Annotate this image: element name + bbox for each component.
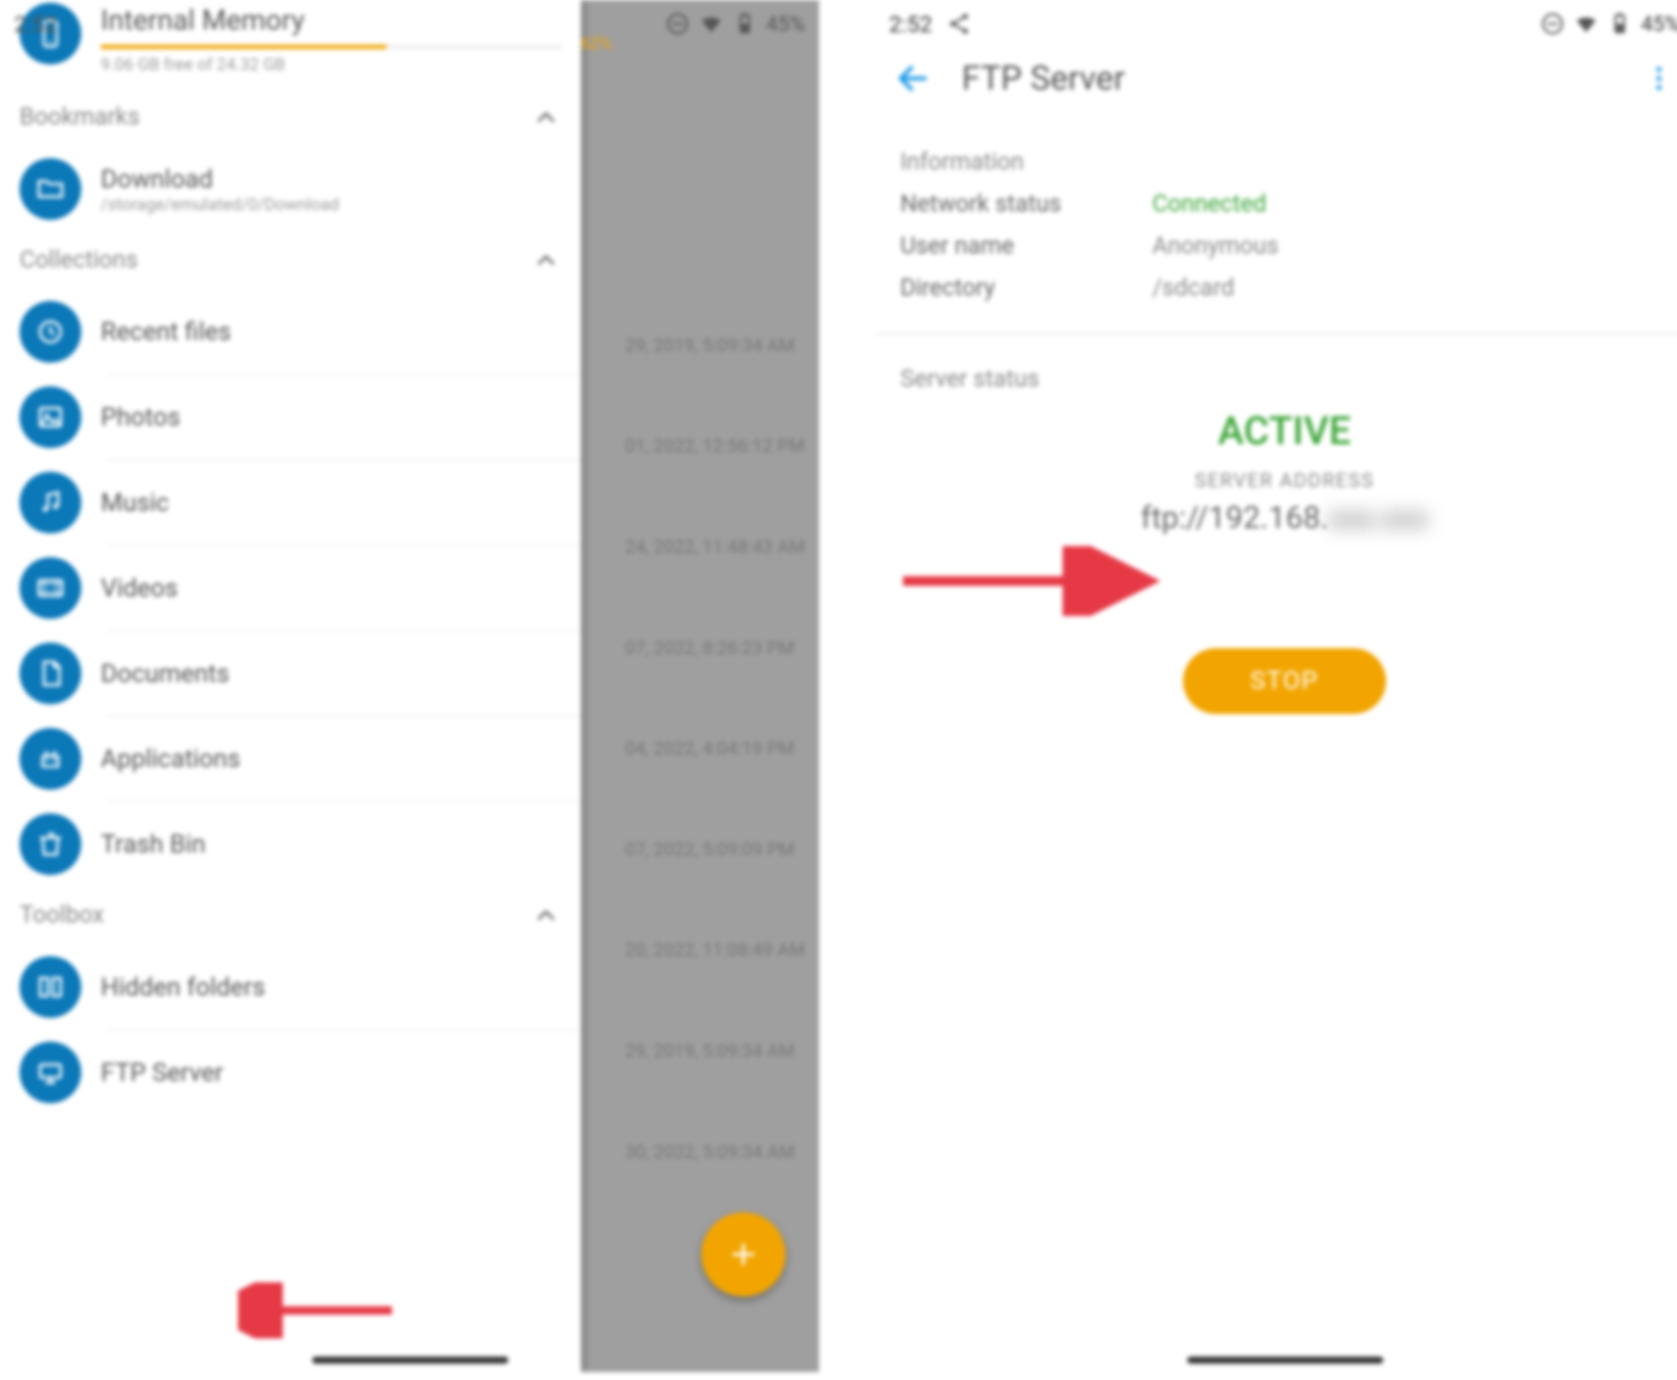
bg-date: 04, 2022, 4:04:19 PM bbox=[625, 739, 805, 760]
user-name-value: Anonymous bbox=[1152, 232, 1669, 260]
status-battery-pct: 45% bbox=[766, 11, 805, 36]
bookmark-path: /storage/emulated/0/Download bbox=[101, 194, 339, 214]
collection-documents[interactable]: Documents bbox=[0, 631, 581, 715]
bg-date: 29, 2019, 5:09:34 AM bbox=[625, 1042, 805, 1063]
bg-date: 24, 2022, 11:48:43 AM bbox=[625, 538, 805, 559]
status-battery-pct: 45% bbox=[1641, 11, 1677, 36]
nav-bar-pill bbox=[312, 1357, 508, 1364]
android-icon bbox=[20, 728, 82, 790]
section-toolbox[interactable]: Toolbox bbox=[0, 886, 581, 945]
bg-date: 20, 2022, 11:08:49 AM bbox=[625, 941, 805, 962]
document-icon bbox=[20, 643, 82, 705]
info-grid: Network status Connected User name Anony… bbox=[900, 190, 1669, 302]
server-address-label: SERVER ADDRESS bbox=[900, 470, 1669, 492]
right-phone-screenshot: 2:52 45% FTP Server Information Network … bbox=[875, 0, 1677, 1372]
collection-label: Applications bbox=[101, 744, 241, 773]
bookmark-title: Download bbox=[101, 165, 339, 194]
directory-value: /sdcard bbox=[1152, 274, 1669, 302]
collection-label: Recent files bbox=[101, 317, 231, 346]
bookmark-download[interactable]: Download /storage/emulated/0/Download bbox=[0, 147, 581, 231]
server-address-value[interactable]: ftp://192.168.xxx.xxx bbox=[900, 501, 1669, 536]
section-bookmarks[interactable]: Bookmarks bbox=[0, 88, 581, 147]
plus-icon bbox=[725, 1236, 761, 1272]
hidden-folders-icon bbox=[20, 956, 82, 1018]
ftp-content: Information Network status Connected Use… bbox=[875, 109, 1677, 728]
section-toolbox-label: Toolbox bbox=[20, 902, 105, 930]
status-time: 2:52 bbox=[14, 11, 57, 38]
image-icon bbox=[20, 386, 82, 448]
nav-bar-pill bbox=[1187, 1357, 1383, 1364]
wifi-icon bbox=[1574, 11, 1599, 36]
stop-button[interactable]: STOP bbox=[1183, 648, 1386, 714]
collection-photos[interactable]: Photos bbox=[0, 375, 581, 459]
chevron-up-icon bbox=[531, 245, 562, 276]
server-active-label: ACTIVE bbox=[900, 407, 1669, 453]
chevron-up-icon bbox=[531, 900, 562, 931]
information-header: Information bbox=[900, 148, 1669, 176]
clock-icon bbox=[20, 301, 82, 363]
bg-date: 07, 2022, 8:26:23 PM bbox=[625, 638, 805, 659]
chevron-up-icon bbox=[531, 102, 562, 133]
annotation-arrow-left bbox=[238, 1282, 406, 1338]
network-status-value: Connected bbox=[1152, 190, 1669, 218]
toolbox-ftp-server[interactable]: FTP Server bbox=[0, 1030, 581, 1114]
address-visible: ftp://192.168. bbox=[1141, 501, 1329, 536]
navigation-drawer: Internal Memory 62% 9.06 GB free of 24.3… bbox=[0, 0, 581, 1372]
collection-trash-bin[interactable]: Trash Bin bbox=[0, 802, 581, 886]
status-time: 2:52 bbox=[889, 11, 932, 38]
appbar-title: FTP Server bbox=[962, 59, 1613, 98]
trash-icon bbox=[20, 813, 82, 875]
collection-recent-files[interactable]: Recent files bbox=[0, 290, 581, 374]
bg-date: 30, 2022, 5:09:34 AM bbox=[625, 1142, 805, 1163]
fab-add-button[interactable] bbox=[701, 1212, 785, 1296]
collection-videos[interactable]: Videos bbox=[0, 546, 581, 630]
collection-label: Music bbox=[101, 488, 169, 517]
collection-applications[interactable]: Applications bbox=[0, 717, 581, 801]
app-bar: FTP Server bbox=[875, 48, 1677, 110]
ftp-icon bbox=[20, 1042, 82, 1104]
collection-label: Documents bbox=[101, 659, 230, 688]
toolbox-label: Hidden folders bbox=[101, 972, 265, 1001]
directory-label: Directory bbox=[900, 274, 1152, 302]
music-icon bbox=[20, 472, 82, 534]
user-name-label: User name bbox=[900, 232, 1152, 260]
bg-date: 07, 2022, 5:09:09 PM bbox=[625, 840, 805, 861]
toolbox-hidden-folders[interactable]: Hidden folders bbox=[0, 945, 581, 1029]
back-arrow-icon[interactable] bbox=[895, 60, 931, 96]
more-vert-icon[interactable] bbox=[1644, 63, 1675, 94]
share-icon bbox=[946, 11, 971, 36]
collection-music[interactable]: Music bbox=[0, 461, 581, 545]
collection-label: Photos bbox=[101, 403, 181, 432]
dnd-icon bbox=[665, 11, 690, 36]
background-dates: 29, 2019, 5:09:34 AM 01, 2022, 12:56:12 … bbox=[625, 336, 805, 1163]
status-bar: 2:52 45% bbox=[0, 0, 819, 48]
left-phone-screenshot: 29, 2019, 5:09:34 AM 01, 2022, 12:56:12 … bbox=[0, 0, 819, 1372]
battery-icon bbox=[1607, 11, 1632, 36]
network-status-label: Network status bbox=[900, 190, 1152, 218]
status-bar: 2:52 45% bbox=[875, 0, 1677, 48]
toolbox-label: FTP Server bbox=[101, 1058, 223, 1087]
folder-icon bbox=[20, 158, 82, 220]
annotation-arrow-right bbox=[889, 546, 1169, 616]
bg-date: 29, 2019, 5:09:34 AM bbox=[625, 336, 805, 357]
divider bbox=[875, 333, 1677, 334]
collection-label: Trash Bin bbox=[101, 830, 206, 859]
bg-date: 01, 2022, 12:56:12 PM bbox=[625, 437, 805, 458]
collection-label: Videos bbox=[101, 573, 178, 602]
video-icon bbox=[20, 557, 82, 619]
section-bookmarks-label: Bookmarks bbox=[20, 104, 140, 132]
dnd-icon bbox=[1540, 11, 1565, 36]
wifi-icon bbox=[699, 11, 724, 36]
server-status-header: Server status bbox=[900, 365, 1669, 393]
address-redacted: xxx.xxx bbox=[1328, 501, 1428, 536]
battery-icon bbox=[732, 11, 757, 36]
section-collections-label: Collections bbox=[20, 246, 138, 274]
storage-sub: 9.06 GB free of 24.32 GB bbox=[101, 55, 562, 75]
section-collections[interactable]: Collections bbox=[0, 231, 581, 290]
